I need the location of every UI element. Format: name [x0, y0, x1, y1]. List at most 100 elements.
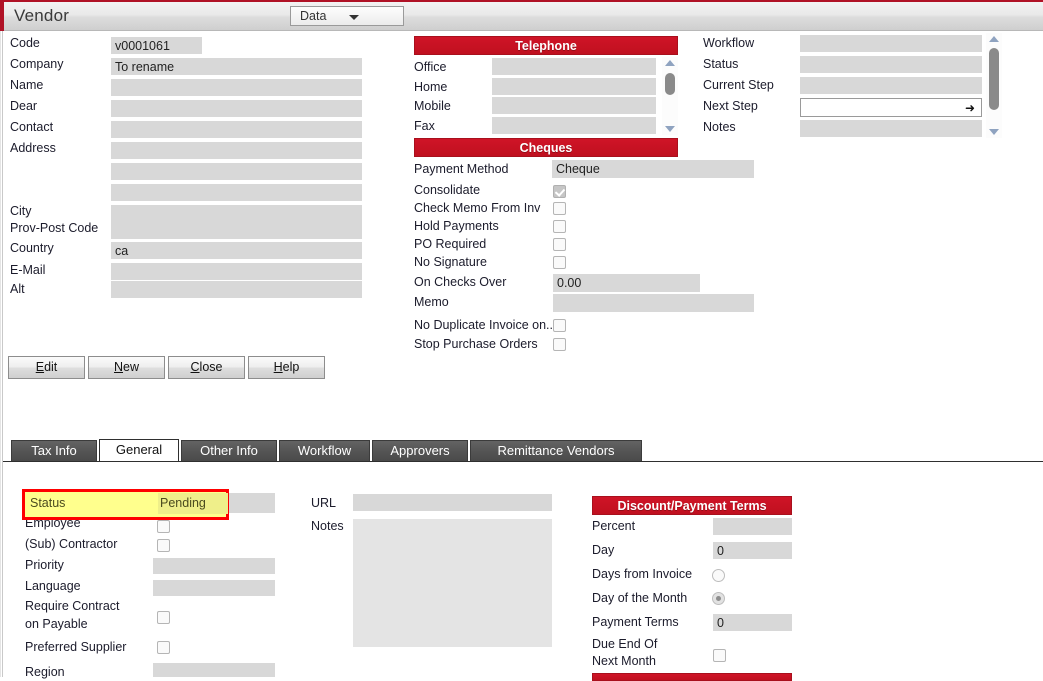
email-input[interactable]	[111, 263, 362, 280]
label-day-of-the-month: Day of the Month	[592, 591, 688, 605]
help-button[interactable]: Help	[248, 356, 325, 379]
label-country: Country	[10, 241, 54, 255]
percent-input[interactable]	[713, 518, 792, 535]
tab-workflow[interactable]: Workflow	[279, 440, 370, 462]
telephone-scrollbar[interactable]	[662, 57, 678, 135]
country-input[interactable]: ca	[111, 242, 362, 259]
fax-input[interactable]	[492, 117, 656, 134]
no-signature-checkbox[interactable]	[553, 256, 566, 269]
scroll-up-arrow-icon[interactable]	[665, 60, 675, 66]
label-payment-terms: Payment Terms	[592, 615, 679, 629]
home-phone-input[interactable]	[492, 78, 656, 95]
new-button[interactable]: New	[88, 356, 165, 379]
label-fax: Fax	[414, 119, 435, 133]
label-status: Status	[30, 496, 66, 510]
label-stop-purchase-orders: Stop Purchase Orders	[414, 337, 538, 351]
tab-general[interactable]: General	[99, 439, 179, 462]
dear-input[interactable]	[111, 100, 362, 117]
title-bar: Vendor Data	[0, 0, 1043, 31]
data-menu-dropdown[interactable]: Data	[290, 6, 404, 26]
label-dear: Dear	[10, 99, 38, 113]
workflow-notes-input[interactable]	[800, 120, 982, 137]
due-end-of-next-month-checkbox[interactable]	[713, 649, 726, 662]
window-frame-outer	[0, 31, 1, 677]
close-button[interactable]: Close	[168, 356, 245, 379]
city-input[interactable]	[111, 205, 362, 222]
payment-terms-input[interactable]: 0	[713, 614, 792, 631]
label-priority: Priority	[25, 558, 64, 572]
company-input[interactable]: To rename	[111, 58, 362, 75]
sub-contractor-checkbox[interactable]	[157, 539, 170, 552]
preferred-supplier-checkbox[interactable]	[157, 641, 170, 654]
label-code: Code	[10, 36, 40, 50]
workflow-scrollbar[interactable]	[986, 33, 1002, 138]
prov-post-code-input[interactable]	[111, 222, 362, 239]
consolidate-checkbox[interactable]	[553, 185, 566, 198]
label-current-step: Current Step	[703, 78, 774, 92]
scrollbar-thumb[interactable]	[665, 73, 675, 95]
label-payment-method: Payment Method	[414, 162, 509, 176]
name-input[interactable]	[111, 79, 362, 96]
address-line3-input[interactable]	[111, 184, 362, 201]
tab-tax-info[interactable]: Tax Info	[11, 440, 97, 462]
label-contact: Contact	[10, 120, 54, 134]
url-input[interactable]	[353, 494, 552, 511]
on-checks-over-input[interactable]: 0.00	[553, 274, 700, 292]
payment-method-input[interactable]: Cheque	[552, 160, 754, 178]
label-city: City	[10, 204, 32, 218]
vendor-window: Vendor Data Code Company Name Dear Conta…	[0, 0, 1043, 681]
accel-char: E	[35, 360, 45, 374]
contact-input[interactable]	[111, 121, 362, 138]
tab-other-info[interactable]: Other Info	[181, 440, 277, 462]
workflow-status-input[interactable]	[800, 56, 982, 73]
no-duplicate-invoice-checkbox[interactable]	[553, 319, 566, 332]
po-required-checkbox[interactable]	[553, 238, 566, 251]
next-step-select[interactable]: ➜	[800, 98, 982, 117]
label-no-duplicate-invoice: No Duplicate Invoice on...	[414, 318, 557, 332]
tab-approvers[interactable]: Approvers	[372, 440, 468, 462]
mobile-phone-input[interactable]	[492, 97, 656, 114]
priority-input[interactable]	[153, 558, 275, 574]
data-menu-label: Data	[300, 9, 327, 23]
notes-textarea[interactable]	[353, 519, 552, 647]
hold-payments-checkbox[interactable]	[553, 220, 566, 233]
label-due-end-of: Due End Of	[592, 637, 658, 651]
scrollbar-thumb[interactable]	[989, 48, 999, 110]
label-language: Language	[25, 579, 81, 593]
scroll-down-arrow-icon[interactable]	[989, 129, 999, 135]
status-field-tail[interactable]	[228, 493, 275, 513]
day-input[interactable]: 0	[713, 542, 792, 559]
alt-input[interactable]	[111, 281, 362, 298]
memo-input[interactable]	[553, 294, 754, 312]
status-value[interactable]: Pending	[158, 493, 228, 514]
code-input[interactable]: v0001061	[111, 37, 202, 54]
check-memo-from-inv-checkbox[interactable]	[553, 202, 566, 215]
scroll-up-arrow-icon[interactable]	[989, 36, 999, 42]
region-input[interactable]	[153, 663, 275, 677]
workflow-input[interactable]	[800, 35, 982, 52]
button-label-rest: elp	[282, 360, 300, 374]
employee-checkbox[interactable]	[157, 520, 170, 533]
label-sub-contractor: (Sub) Contractor	[25, 537, 118, 551]
label-days-from-invoice: Days from Invoice	[592, 567, 693, 581]
language-input[interactable]	[153, 580, 275, 596]
address-line1-input[interactable]	[111, 142, 362, 159]
current-step-input[interactable]	[800, 77, 982, 94]
require-contract-on-payable-checkbox[interactable]	[157, 611, 170, 624]
edit-button[interactable]: Edit	[8, 356, 85, 379]
stop-purchase-orders-checkbox[interactable]	[553, 338, 566, 351]
label-next-step: Next Step	[703, 99, 758, 113]
scroll-down-arrow-icon[interactable]	[665, 126, 675, 132]
day-of-the-month-radio[interactable]	[712, 592, 725, 605]
button-label-rest: lose	[199, 360, 223, 374]
discount-terms-panel-header: Discount/Payment Terms	[592, 496, 792, 515]
days-from-invoice-radio[interactable]	[712, 569, 725, 582]
address-line2-input[interactable]	[111, 163, 362, 180]
office-phone-input[interactable]	[492, 58, 656, 75]
label-mobile: Mobile	[414, 99, 451, 113]
label-wf-status: Status	[703, 57, 739, 71]
tab-strip: Tax Info General Other Info Workflow App…	[3, 439, 1043, 462]
label-hold-payments: Hold Payments	[414, 219, 499, 233]
tab-remittance-vendors[interactable]: Remittance Vendors	[470, 440, 642, 462]
label-url: URL	[311, 496, 337, 510]
